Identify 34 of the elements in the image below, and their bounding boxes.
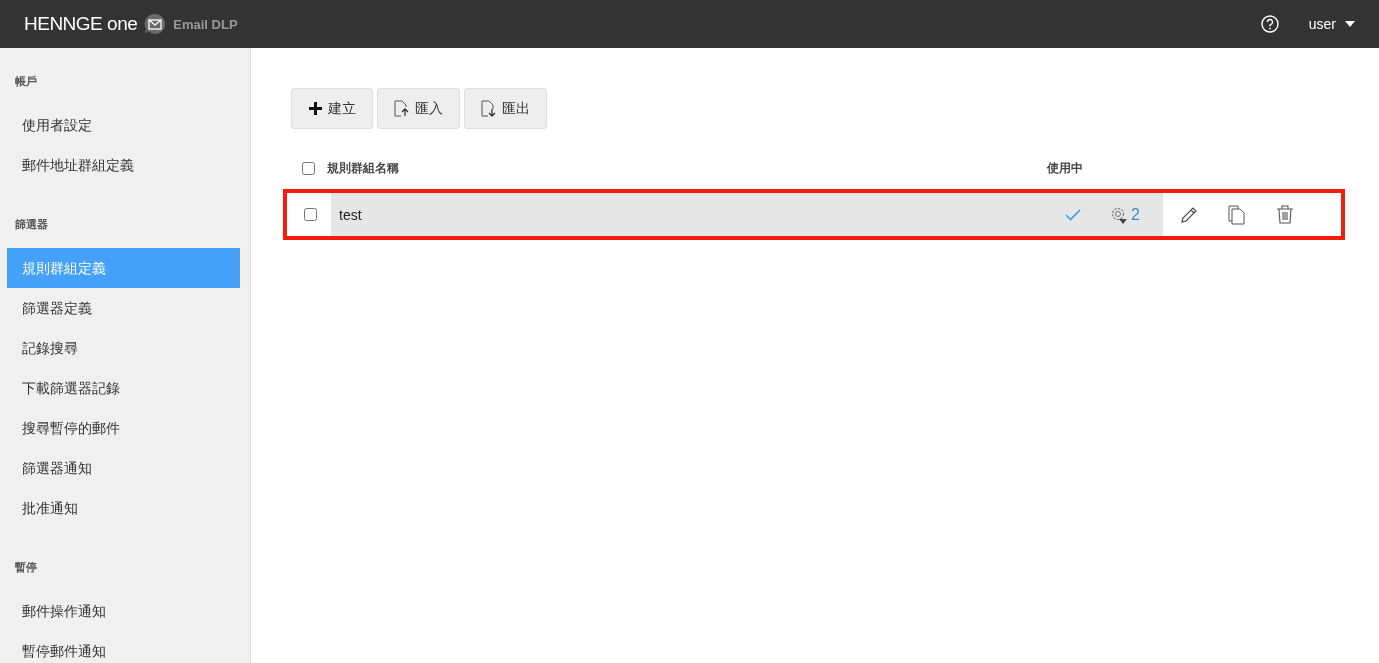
select-all-checkbox[interactable]	[302, 161, 315, 175]
section-title: 暫停	[14, 560, 38, 575]
export-button[interactable]: 匯出	[464, 88, 547, 129]
copy-icon[interactable]	[1228, 204, 1246, 225]
caret-icon	[1345, 21, 1355, 27]
import-button[interactable]: 匯入	[377, 88, 460, 129]
column-header: 使用中	[1047, 159, 1083, 177]
product-name: Email DLP	[173, 16, 238, 32]
section-title: 篩選器	[14, 217, 49, 232]
file-upload-icon	[394, 100, 410, 117]
sidebar-item[interactable]: 批准通知	[7, 488, 240, 528]
mail-icon	[143, 13, 168, 35]
pencil-icon[interactable]	[1180, 205, 1198, 224]
column-header: 規則群組名稱	[327, 159, 400, 177]
trash-icon[interactable]	[1276, 205, 1294, 224]
user-menu[interactable]: user	[1308, 16, 1355, 32]
row-checkbox[interactable]	[304, 208, 317, 221]
sidebar-item[interactable]: 使用者設定	[7, 105, 240, 145]
sidebar-item[interactable]: 篩選器定義	[7, 288, 240, 328]
sidebar-item[interactable]: 郵件操作通知	[7, 591, 240, 631]
file-download-icon	[481, 100, 497, 117]
table-row[interactable]: test 2	[283, 189, 1345, 240]
table-cell-text: test	[338, 206, 363, 223]
sidebar-item[interactable]: 下載篩選器記錄	[7, 368, 240, 408]
plus-icon	[308, 101, 323, 116]
sidebar-item[interactable]: 篩選器通知	[7, 448, 240, 488]
sidebar-item[interactable]: 郵件地址群組定義	[7, 145, 240, 185]
create-button[interactable]: 建立	[291, 88, 373, 129]
help-icon[interactable]	[1260, 15, 1279, 33]
section-title: 帳戶	[14, 74, 38, 89]
sidebar-item[interactable]: 搜尋暫停的郵件	[7, 408, 240, 448]
sidebar-item[interactable]: 暫停郵件通知	[7, 631, 240, 663]
sidebar-item[interactable]: 記錄搜尋	[7, 328, 240, 368]
brand-logo: HENNGE one	[24, 13, 138, 35]
